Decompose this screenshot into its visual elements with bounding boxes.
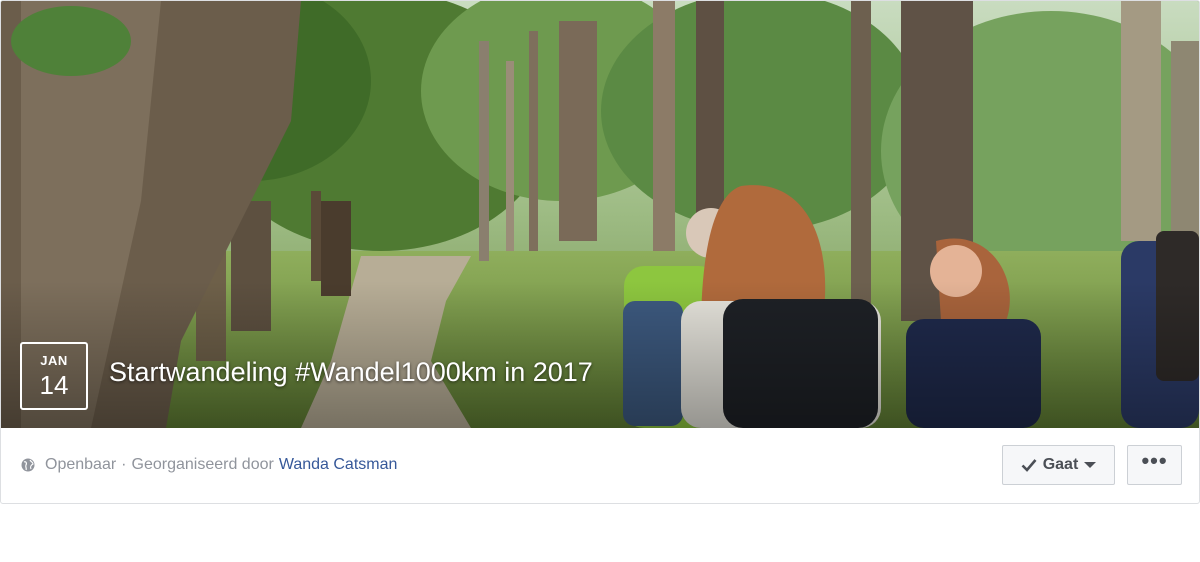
event-date-month: JAN [40,353,68,368]
more-dots-icon: ••• [1141,448,1168,473]
organizer-link[interactable]: Wanda Catsman [279,456,398,474]
caret-down-icon [1084,462,1097,468]
globe-icon [21,458,35,472]
check-icon [1021,459,1037,472]
event-date-badge: JAN 14 [20,342,88,410]
going-button[interactable]: Gaat [1002,445,1115,485]
organized-by-label: Georganiseerd door [131,456,274,473]
privacy-label: Openbaar [45,456,117,473]
cover-photo[interactable]: JAN 14 Startwandeling #Wandel1000km in 2… [1,1,1199,428]
event-header-card: JAN 14 Startwandeling #Wandel1000km in 2… [0,0,1200,504]
event-info-bar: Openbaar · Georganiseerd door Wanda Cats… [1,428,1199,503]
event-date-day: 14 [39,370,69,400]
cover-shade [1,281,1199,428]
going-label: Gaat [1042,456,1079,473]
more-options-button[interactable]: ••• [1127,445,1182,485]
event-title: Startwandeling #Wandel1000km in 2017 [109,357,593,387]
event-meta: Openbaar · Georganiseerd door Wanda Cats… [21,456,397,474]
meta-separator: · [121,456,127,473]
